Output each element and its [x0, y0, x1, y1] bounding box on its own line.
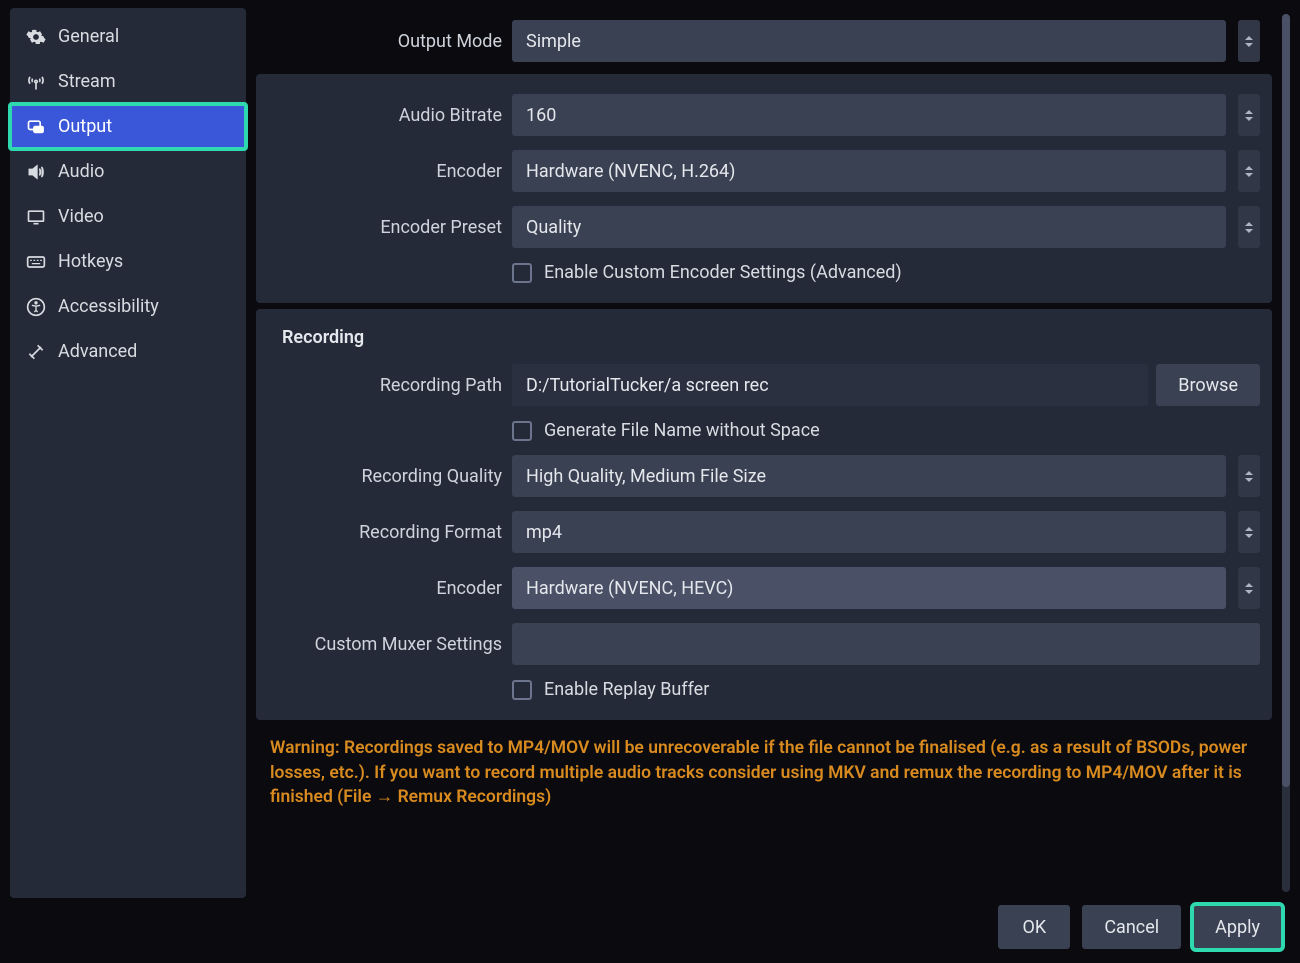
settings-content: Output Mode Simple Audio Bitrate	[256, 8, 1290, 898]
keyboard-icon	[26, 252, 46, 272]
tools-icon	[26, 342, 46, 362]
sidebar-item-label: Output	[58, 116, 112, 137]
ok-button[interactable]: OK	[998, 905, 1070, 949]
browse-button[interactable]: Browse	[1156, 364, 1260, 406]
recording-encoder-value: Hardware (NVENC, HEVC)	[526, 578, 733, 599]
recording-path-label: Recording Path	[268, 375, 502, 396]
display-icon	[26, 207, 46, 227]
sidebar-item-label: Hotkeys	[58, 251, 123, 272]
encoder-preset-label: Encoder Preset	[268, 217, 502, 238]
output-mode-label: Output Mode	[268, 31, 502, 52]
scrollbar[interactable]	[1282, 14, 1290, 892]
sidebar-item-advanced[interactable]: Advanced	[10, 329, 246, 374]
encoder-preset-value: Quality	[526, 217, 581, 238]
antenna-icon	[26, 72, 46, 92]
sidebar-item-label: Audio	[58, 161, 104, 182]
select-spinner-icon[interactable]	[1238, 94, 1260, 136]
recording-path-input[interactable]	[512, 364, 1148, 406]
gear-icon	[26, 27, 46, 47]
streaming-encoder-select[interactable]: Hardware (NVENC, H.264)	[512, 150, 1226, 192]
audio-bitrate-label: Audio Bitrate	[268, 105, 502, 126]
replay-buffer-checkbox[interactable]	[512, 680, 532, 700]
apply-button[interactable]: Apply	[1193, 905, 1282, 949]
sidebar-item-output[interactable]: Output	[10, 104, 246, 149]
sidebar-item-hotkeys[interactable]: Hotkeys	[10, 239, 246, 284]
recording-format-value: mp4	[526, 522, 562, 543]
warning-text: Warning: Recordings saved to MP4/MOV wil…	[256, 720, 1272, 818]
sidebar-item-label: Video	[58, 206, 104, 227]
muxer-label: Custom Muxer Settings	[268, 634, 502, 655]
custom-encoder-checkbox[interactable]	[512, 263, 532, 283]
speaker-icon	[26, 162, 46, 182]
select-spinner-icon[interactable]	[1238, 150, 1260, 192]
sidebar-item-label: Stream	[58, 71, 116, 92]
streaming-encoder-label: Encoder	[268, 161, 502, 182]
select-spinner-icon[interactable]	[1238, 567, 1260, 609]
select-spinner-icon[interactable]	[1238, 20, 1260, 62]
recording-quality-select[interactable]: High Quality, Medium File Size	[512, 455, 1226, 497]
sidebar-item-stream[interactable]: Stream	[10, 59, 246, 104]
muxer-input[interactable]	[512, 623, 1260, 665]
sidebar-item-label: Accessibility	[58, 296, 159, 317]
dialog-footer: OK Cancel Apply	[998, 905, 1282, 949]
cancel-button[interactable]: Cancel	[1082, 905, 1181, 949]
recording-section-title: Recording	[268, 327, 1260, 348]
recording-format-select[interactable]: mp4	[512, 511, 1226, 553]
recording-quality-value: High Quality, Medium File Size	[526, 466, 766, 487]
recording-format-label: Recording Format	[268, 522, 502, 543]
streaming-encoder-value: Hardware (NVENC, H.264)	[526, 161, 735, 182]
output-mode-value: Simple	[526, 31, 581, 52]
settings-sidebar: General Stream Output Audio Video	[10, 8, 246, 898]
sidebar-item-label: General	[58, 26, 119, 47]
sidebar-item-audio[interactable]: Audio	[10, 149, 246, 194]
no-space-checkbox[interactable]	[512, 421, 532, 441]
recording-encoder-select[interactable]: Hardware (NVENC, HEVC)	[512, 567, 1226, 609]
no-space-checkbox-label: Generate File Name without Space	[544, 420, 820, 441]
select-spinner-icon[interactable]	[1238, 455, 1260, 497]
sidebar-item-accessibility[interactable]: Accessibility	[10, 284, 246, 329]
select-spinner-icon[interactable]	[1238, 206, 1260, 248]
select-spinner-icon[interactable]	[1238, 511, 1260, 553]
sidebar-item-label: Advanced	[58, 341, 137, 362]
encoder-preset-select[interactable]: Quality	[512, 206, 1226, 248]
sidebar-item-general[interactable]: General	[10, 14, 246, 59]
streaming-section: Audio Bitrate 160 Encoder Hardware	[256, 74, 1272, 303]
custom-encoder-checkbox-label: Enable Custom Encoder Settings (Advanced…	[544, 262, 902, 283]
output-mode-select[interactable]: Simple	[512, 20, 1226, 62]
replay-buffer-checkbox-label: Enable Replay Buffer	[544, 679, 709, 700]
recording-quality-label: Recording Quality	[268, 466, 502, 487]
audio-bitrate-select[interactable]: 160	[512, 94, 1226, 136]
recording-encoder-label: Encoder	[268, 578, 502, 599]
monitor-icon	[26, 117, 46, 137]
accessibility-icon	[26, 297, 46, 317]
audio-bitrate-value: 160	[526, 105, 556, 126]
recording-section: Recording Recording Path Browse Gene	[256, 309, 1272, 720]
sidebar-item-video[interactable]: Video	[10, 194, 246, 239]
